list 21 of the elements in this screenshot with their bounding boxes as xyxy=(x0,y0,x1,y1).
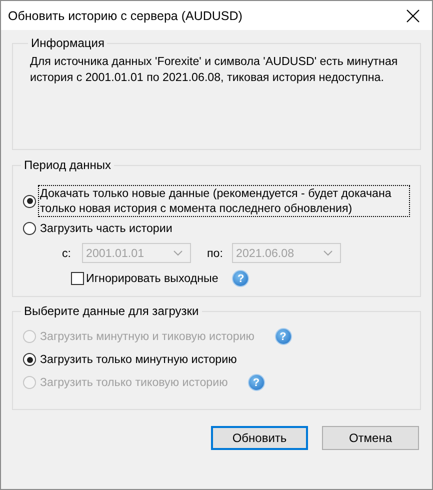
radio-label[interactable]: Докачать только новые данные (рекомендуется - будет докачана только новая история с момента последнего обновления) xyxy=(38,185,410,217)
radio-label[interactable]: Загрузить только минутную историю xyxy=(38,351,239,368)
chevron-icon xyxy=(323,250,333,256)
group-title: Период данных xyxy=(23,158,112,172)
chevron-icon xyxy=(173,250,183,256)
close-icon[interactable] xyxy=(406,8,420,22)
to-label: по: xyxy=(207,246,224,260)
info-text: Для источника данных 'Forexite' и символа 'AUDUSD' есть минутная история с 2001.01.01 по 2021.06.08, тиковая история недоступна. xyxy=(30,54,399,86)
window-title: Обновить историю с сервера (AUDUSD) xyxy=(8,8,242,22)
checkbox-label[interactable]: Игнорировать выходные xyxy=(86,272,218,285)
radio-button[interactable] xyxy=(23,353,36,366)
dialog-button[interactable]: Обновить xyxy=(211,426,308,450)
checkbox[interactable] xyxy=(71,272,84,285)
from-label: с: xyxy=(62,246,72,260)
radio-button[interactable] xyxy=(23,222,36,235)
radio-label[interactable]: Загрузить часть истории xyxy=(38,220,174,237)
radio-button[interactable] xyxy=(23,194,36,208)
group-title: Информация xyxy=(30,36,106,50)
dialog-button[interactable]: Отмена xyxy=(322,426,419,450)
help-icon[interactable]: ? xyxy=(232,270,250,287)
group-title: Выберите данные для загрузки xyxy=(23,304,200,318)
